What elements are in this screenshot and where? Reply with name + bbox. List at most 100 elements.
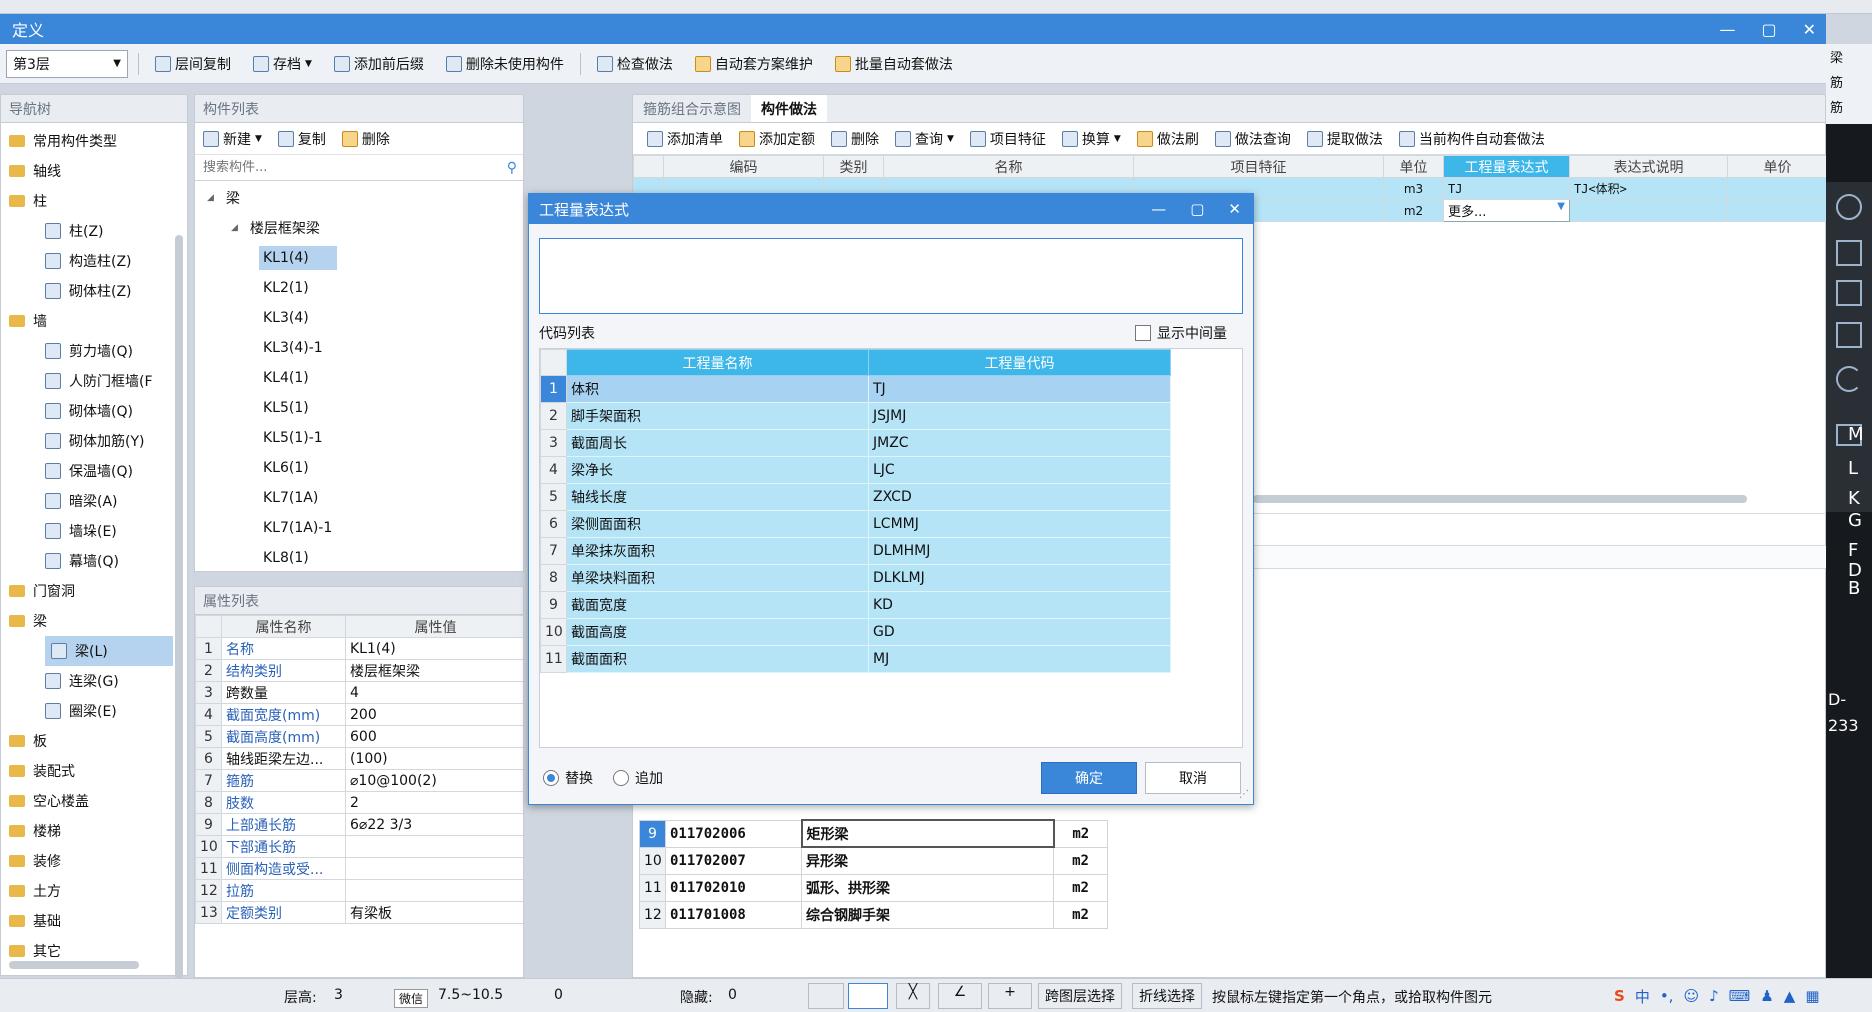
code-row[interactable]: 10 截面高度 GD [540, 618, 1171, 646]
add-list-button[interactable]: 添加清单 [641, 125, 729, 153]
component-item[interactable]: KL4(1) [195, 363, 523, 393]
feature-button[interactable]: 项目特征 [964, 125, 1052, 153]
nav-item[interactable]: 门窗洞 [5, 576, 173, 606]
close-icon[interactable]: ✕ [1228, 200, 1241, 218]
auto-apply-button[interactable]: 当前构件自动套做法 [1393, 125, 1551, 153]
nav-item[interactable]: 暗梁(A) [5, 486, 173, 516]
method-list-row[interactable]: 10 011702007 异形梁 m2 [639, 846, 1108, 875]
ok-button[interactable]: 确定 [1041, 762, 1137, 794]
ime-keyboard-icon[interactable]: ⌨ [1729, 987, 1751, 1005]
nav-item[interactable]: 墙垛(E) [5, 516, 173, 546]
view-top-icon[interactable] [1836, 280, 1862, 306]
dialog-titlebar[interactable]: 工程量表达式 — ▢ ✕ [529, 194, 1253, 224]
property-value[interactable] [345, 857, 523, 880]
nav-item[interactable]: 人防门框墙(F [5, 366, 173, 396]
ime-lang-icon[interactable]: 中 [1635, 986, 1650, 1007]
replace-radio[interactable]: 替换 [543, 768, 593, 788]
code-row[interactable]: 5 轴线长度 ZXCD [540, 483, 1171, 511]
snap-icon[interactable]: + [988, 983, 1032, 1009]
property-row[interactable]: 6 轴线距梁左边... (100) [195, 747, 523, 770]
expr-cell[interactable]: TJ [1443, 177, 1570, 200]
batch-auto-button[interactable]: 批量自动套做法 [829, 50, 959, 78]
code-row[interactable]: 6 梁侧面面积 LCMMJ [540, 510, 1171, 538]
cross-layer-select-button[interactable]: 跨图层选择 [1038, 983, 1122, 1009]
tab-method[interactable]: 构件做法 [751, 95, 827, 122]
show-intermediate-checkbox[interactable] [1135, 325, 1151, 341]
nav-item[interactable]: 砌体柱(Z) [5, 276, 173, 306]
expr-dropdown[interactable]: 更多... ▼ [1443, 199, 1570, 222]
delete-button[interactable]: 删除 [825, 125, 885, 153]
nav-item[interactable]: 剪力墙(Q) [5, 336, 173, 366]
nav-item[interactable]: 连梁(G) [5, 666, 173, 696]
property-row[interactable]: 7 箍筋 ⌀10@100(2) [195, 769, 523, 792]
rotate-icon[interactable] [1836, 366, 1862, 392]
code-row[interactable]: 2 脚手架面积 JSJMJ [540, 402, 1171, 430]
component-item[interactable]: KL8(1) [195, 543, 523, 573]
nav-item[interactable]: 柱(Z) [5, 216, 173, 246]
nav-item[interactable]: 装配式 [5, 756, 173, 786]
component-item[interactable]: KL1(4) [195, 243, 523, 273]
ime-punct-icon[interactable]: •, [1660, 987, 1674, 1005]
minimize-icon[interactable]: — [1151, 200, 1166, 218]
property-row[interactable]: 5 截面高度(mm) 600 [195, 725, 523, 748]
nav-scrollbar[interactable] [175, 235, 183, 980]
delete-component-button[interactable]: 删除 [341, 125, 390, 153]
ime-skin-icon[interactable]: ▲ [1784, 987, 1796, 1005]
code-row[interactable]: 8 单梁块料面积 DLKLMJ [540, 564, 1171, 592]
nav-item[interactable]: 基础 [5, 906, 173, 936]
component-item[interactable]: KL5(1) [195, 393, 523, 423]
code-row[interactable]: 11 截面面积 MJ [540, 645, 1171, 673]
tab-stirrup-diagram[interactable]: 箍筋组合示意图 [633, 95, 751, 122]
code-row[interactable]: 1 体积 TJ [540, 375, 1171, 403]
property-value[interactable]: 200 [345, 703, 523, 726]
property-value[interactable]: 600 [345, 725, 523, 748]
component-item[interactable]: KL7(1A) [195, 483, 523, 513]
view-box-icon[interactable] [1836, 322, 1862, 348]
nav-item[interactable]: 轴线 [5, 156, 173, 186]
query-button[interactable]: 查询 ▼ [889, 125, 960, 153]
add-prefix-suffix-button[interactable]: 添加前后缀 [328, 50, 430, 78]
property-value[interactable]: 4 [345, 681, 523, 704]
nav-item[interactable]: 常用构件类型 [5, 126, 173, 156]
nav-hscrollbar[interactable] [9, 961, 139, 969]
ortho-icon[interactable] [808, 983, 844, 1009]
property-value[interactable]: 楼层框架梁 [345, 659, 523, 682]
component-item[interactable]: KL3(4)-1 [195, 333, 523, 363]
add-quota-button[interactable]: 添加定额 [733, 125, 821, 153]
component-item[interactable]: KL7(1A)-1 [195, 513, 523, 543]
nav-item[interactable]: 保温墙(Q) [5, 456, 173, 486]
floor-select[interactable]: 第3层 ▼ [6, 49, 128, 78]
nav-item[interactable]: 墙 [5, 306, 173, 336]
property-row[interactable]: 12 拉筋 [195, 879, 523, 902]
nav-item[interactable]: 楼梯 [5, 816, 173, 846]
extract-method-button[interactable]: 提取做法 [1301, 125, 1389, 153]
show-intermediate-toggle[interactable]: 显示中间量 [1135, 320, 1227, 346]
component-item[interactable]: KL6(1) [195, 453, 523, 483]
property-value[interactable]: (100) [345, 747, 523, 770]
property-row[interactable]: 3 跨数量 4 [195, 681, 523, 704]
component-item[interactable]: KL2(1) [195, 273, 523, 303]
property-row[interactable]: 1 名称 KL1(4) [195, 637, 523, 660]
angle-icon[interactable]: ∠ [938, 983, 982, 1009]
component-item[interactable]: KL3(4) [195, 303, 523, 333]
close-icon[interactable]: ✕ [1803, 20, 1816, 39]
nav-item[interactable]: 梁(L) [45, 636, 173, 666]
check-method-button[interactable]: 检查做法 [591, 50, 679, 78]
code-row[interactable]: 4 梁净长 LJC [540, 456, 1171, 484]
nav-item[interactable]: 装修 [5, 846, 173, 876]
property-row[interactable]: 8 肢数 2 [195, 791, 523, 814]
minimize-icon[interactable]: — [1719, 20, 1735, 39]
property-row[interactable]: 2 结构类别 楼层框架梁 [195, 659, 523, 682]
code-row[interactable]: 7 单梁抹灰面积 DLMHMJ [540, 537, 1171, 565]
cross-icon[interactable]: ╳ [896, 983, 930, 1009]
ime-grid-icon[interactable]: ▦ [1805, 987, 1819, 1005]
nav-item[interactable]: 板 [5, 726, 173, 756]
maximize-icon[interactable]: ▢ [1761, 20, 1776, 39]
resize-grip-icon[interactable]: ⋰ [1239, 789, 1249, 800]
property-value[interactable]: 6⌀22 3/3 [345, 813, 523, 836]
nav-item[interactable]: 幕墙(Q) [5, 546, 173, 576]
nav-item[interactable]: 土方 [5, 876, 173, 906]
nav-item[interactable]: 梁 [5, 606, 173, 636]
property-value[interactable]: KL1(4) [345, 637, 523, 660]
method-brush-button[interactable]: 做法刷 [1131, 125, 1205, 153]
